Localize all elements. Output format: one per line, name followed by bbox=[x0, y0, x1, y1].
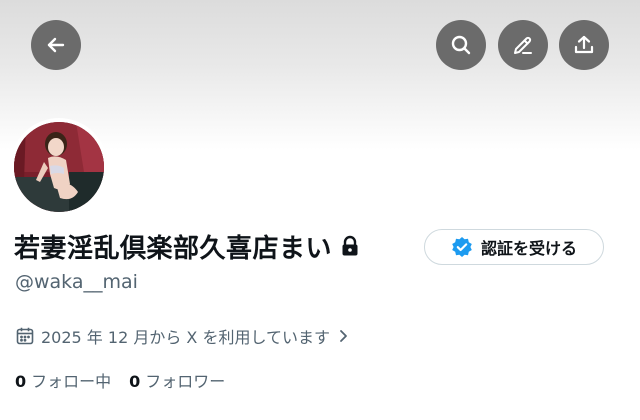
following-link[interactable]: 0 フォロー中 bbox=[15, 368, 111, 392]
edit-button[interactable] bbox=[498, 20, 548, 70]
share-button[interactable] bbox=[559, 20, 609, 70]
search-icon bbox=[451, 35, 471, 55]
joined-date-link[interactable]: 2025 年 12 月から X を利用しています bbox=[15, 324, 350, 348]
display-name-row: 若妻淫乱倶楽部久喜店まい bbox=[14, 224, 360, 268]
chevron-right-icon bbox=[340, 330, 347, 342]
calendar-icon bbox=[16, 327, 34, 345]
followers-label: フォロワー bbox=[145, 372, 226, 391]
avatar-image bbox=[14, 122, 104, 212]
lock-icon bbox=[342, 235, 358, 256]
search-button[interactable] bbox=[436, 20, 486, 70]
follow-stats: 0 フォロー中 0 フォロワー bbox=[15, 368, 225, 392]
followers-link[interactable]: 0 フォロワー bbox=[129, 368, 225, 392]
pencil-icon bbox=[514, 36, 532, 54]
following-label: フォロー中 bbox=[31, 372, 112, 391]
arrow-left-icon bbox=[47, 37, 65, 53]
user-handle: @waka__mai bbox=[15, 271, 138, 293]
share-upload-icon bbox=[574, 35, 594, 54]
profile-banner bbox=[0, 0, 640, 150]
back-button[interactable] bbox=[31, 20, 81, 70]
following-count: 0 bbox=[15, 372, 27, 391]
avatar[interactable] bbox=[10, 118, 108, 216]
joined-date-text: 2025 年 12 月から X を利用しています bbox=[41, 328, 330, 347]
verified-badge-icon bbox=[452, 237, 472, 257]
get-verified-label: 認証を受ける bbox=[480, 239, 577, 258]
display-name: 若妻淫乱倶楽部久喜店まい bbox=[14, 233, 333, 264]
get-verified-button[interactable]: 認証を受ける bbox=[424, 229, 604, 265]
followers-count: 0 bbox=[129, 372, 141, 391]
